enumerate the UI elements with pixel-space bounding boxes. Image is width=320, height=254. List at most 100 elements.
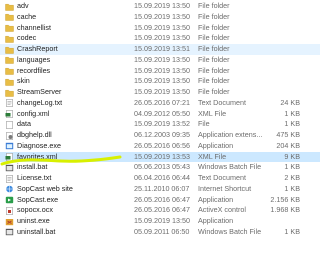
file-date-modified: 15.09.2019 13:50 [134,33,190,43]
file-name: CrashReport [17,44,58,53]
file-row[interactable]: languages 15.09.2019 13:50 File folder [0,55,320,66]
folder-icon [5,46,14,54]
file-list: adv 15.09.2019 13:50 File folder cache 15.09… [0,0,320,254]
file-name: skin [17,76,30,86]
file-row[interactable]: dbghelp.dll 06.12.2003 09:35 Application e… [0,130,320,141]
file-name: data [17,119,31,129]
file-name: favorites.xml [17,151,58,161]
file-type: File [198,119,210,129]
file-size: 1.968 KB [270,205,300,215]
file-date-modified: 06.12.2003 09:35 [134,130,190,139]
folder-icon [5,13,14,21]
file-size: 2.156 KB [270,194,300,204]
file-type: Application [198,216,234,225]
file-name: SopCast.exe [17,194,59,204]
file-row[interactable]: codec 15.09.2019 13:50 File folder [0,33,320,44]
file-row[interactable]: recordfiles 15.09.2019 13:50 File folder [0,66,320,77]
file-row[interactable]: StreamServer 15.09.2019 13:50 File folder [0,87,320,98]
folder-icon [5,89,14,97]
file-row[interactable]: install.bat 05.06.2013 05:43 Windows Batch… [0,162,320,173]
file-type: Internet Shortcut [198,183,252,193]
file-date-modified: 15.09.2019 13:50 [134,1,190,10]
file-name: Diagnose.exe [17,140,61,150]
file-date-modified: 15.09.2019 13:50 [134,76,190,86]
text-file-icon [5,174,14,183]
file-date-modified: 05.09.2011 06:50 [134,226,190,236]
file-row[interactable]: data 15.09.2019 13:52 File 1 KB [0,119,320,130]
file-date-modified: 15.09.2019 13:50 [134,54,190,64]
file-type: File folder [198,54,230,64]
uninstaller-icon [5,218,14,226]
file-row[interactable]: License.txt 06.04.2016 06:44 Text Document… [0,173,320,184]
file-row[interactable]: config.xml 04.09.2012 05:50 XML File 1 KB [0,109,320,120]
file-type: File folder [198,87,230,96]
file-row[interactable]: channellist 15.09.2019 13:50 File folder [0,23,320,34]
file-type: File folder [198,11,230,21]
file-type: File folder [198,33,230,43]
file-row[interactable]: cache 15.09.2019 13:50 File folder [0,12,320,23]
file-date-modified: 26.05.2016 07:21 [134,97,190,107]
file-row[interactable]: CrashReport 15.09.2019 13:51 File folder [0,44,320,55]
bat-file-icon [5,228,14,236]
file-name: codec [17,33,37,43]
file-date-modified: 05.06.2013 05:43 [134,162,190,172]
file-row[interactable]: uninstall.bat 05.09.2011 06:50 Windows Bat… [0,227,320,238]
file-size: 1 KB [284,108,300,118]
xml-file-icon [5,110,14,118]
file-row[interactable]: SopCast.exe 26.05.2016 06:47 Application 2.… [0,195,320,206]
folder-icon [5,35,14,43]
file-type: Text Document [198,173,246,182]
file-size: 1 KB [284,162,300,172]
bat-file-icon [5,164,14,172]
file-name: License.txt [17,173,52,182]
file-row[interactable]: SopCast web site 25.11.2010 06:07 Internet… [0,184,320,195]
file-row[interactable]: Diagnose.exe 26.05.2016 06:56 Application 2… [0,141,320,152]
file-name: channellist [17,22,51,32]
file-type: Application [198,194,234,204]
file-date-modified: 04.09.2012 05:50 [134,108,190,118]
file-type: File folder [198,65,230,75]
file-size: 2 KB [284,173,300,182]
file-size: 24 KB [280,97,300,107]
file-size: 9 KB [284,151,300,161]
ocx-file-icon [5,206,14,215]
folder-icon [5,24,14,32]
file-type: Application [198,140,234,150]
file-row[interactable]: changeLog.txt 26.05.2016 07:21 Text Docume… [0,98,320,109]
file-date-modified: 26.05.2016 06:47 [134,205,190,215]
file-type: Windows Batch File [198,162,262,172]
file-name: changeLog.txt [17,97,63,107]
file-type: ActiveX control [198,205,246,215]
file-name: install.bat [17,162,48,172]
file-type: Application extens... [198,130,263,139]
file-date-modified: 06.04.2016 06:44 [134,173,190,182]
folder-icon [5,67,14,75]
xml-file-icon [5,153,14,161]
exe-file-icon [5,142,14,150]
file-date-modified: 15.09.2019 13:50 [134,11,190,21]
file-row[interactable]: uninst.exe 15.09.2019 13:50 Application [0,216,320,227]
file-row[interactable]: adv 15.09.2019 13:50 File folder [0,1,320,12]
file-type: XML File [198,151,227,161]
file-type: File folder [198,76,230,86]
file-date-modified: 25.11.2010 06:07 [134,183,190,193]
file-name: config.xml [17,108,50,118]
file-date-modified: 26.05.2016 06:47 [134,194,190,204]
file-size: 1 KB [284,119,300,129]
file-size: 1 KB [284,183,300,193]
file-row[interactable]: skin 15.09.2019 13:50 File folder [0,76,320,87]
file-row[interactable]: sopocx.ocx 26.05.2016 06:47 ActiveX contro… [0,205,320,216]
file-type: XML File [198,108,227,118]
file-name: StreamServer [17,87,62,96]
file-name: SopCast web site [17,183,73,193]
file-size: 1 KB [284,226,300,236]
file-row[interactable]: favorites.xml 15.09.2019 13:53 XML File 9 K… [0,151,320,163]
dll-file-icon [5,131,14,140]
file-date-modified: 15.09.2019 13:51 [134,44,190,53]
text-file-icon [5,99,14,108]
file-date-modified: 26.05.2016 06:56 [134,140,190,150]
file-type: File folder [198,1,230,10]
file-type: File folder [198,22,230,32]
file-size: 204 KB [276,140,300,150]
file-icon [5,120,14,129]
